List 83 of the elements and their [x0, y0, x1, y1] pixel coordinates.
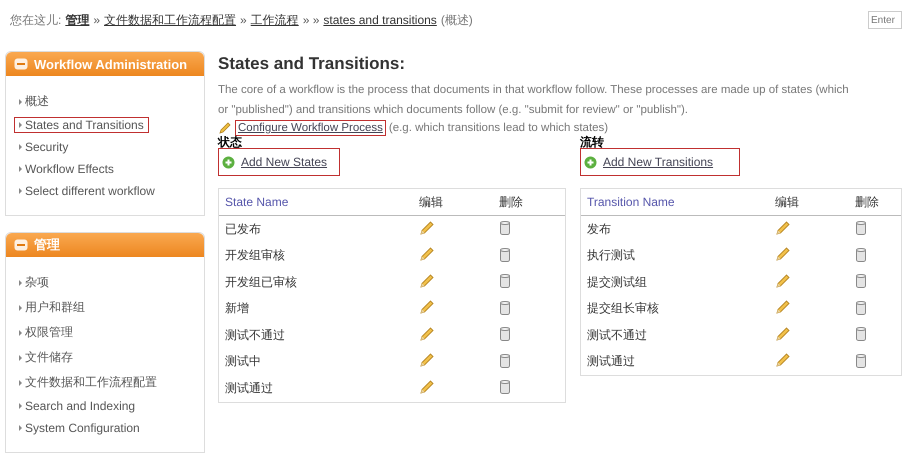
description-text: The core of a workflow is the process that documents in that workflow follow. These processes are made up of states (which	[218, 83, 850, 98]
breadcrumb-link[interactable]: 工作流程	[250, 12, 299, 28]
column-header: 删除	[855, 194, 880, 210]
sidebar-link[interactable]: Workflow Effects	[14, 161, 119, 177]
pencil-icon[interactable]	[419, 272, 435, 289]
table-cell-text: 开发组已审核	[225, 274, 298, 291]
trash-icon[interactable]	[855, 300, 867, 315]
table-cell-text: 提交测试组	[587, 274, 648, 291]
table-cell-text: 提交组长审核	[587, 300, 660, 318]
configure-link[interactable]: Configure Workflow Process	[235, 120, 386, 136]
section-heading: 状态	[218, 136, 243, 148]
table-cell-text: 测试中	[225, 353, 262, 370]
sidebar-link[interactable]: 权限管理	[14, 323, 78, 342]
table-cell-text: 测试通过	[587, 353, 636, 370]
sidebar-link[interactable]: 文件数据和工作流程配置	[14, 373, 162, 392]
panel-title: Workflow Administration	[34, 56, 188, 72]
trash-icon[interactable]	[855, 326, 867, 342]
sidebar-link[interactable]: 文件储存	[14, 348, 78, 367]
trash-icon[interactable]	[855, 246, 867, 262]
table-cell-text: 已发布	[225, 220, 262, 238]
trash-icon[interactable]	[855, 220, 867, 236]
breadcrumb-link[interactable]: 文件数据和工作流程配置	[104, 12, 236, 28]
plus-icon	[222, 156, 235, 168]
pencil-icon[interactable]	[419, 326, 435, 342]
collapse-icon[interactable]	[14, 58, 28, 70]
breadcrumb-separator: » »	[302, 13, 320, 27]
pencil-icon[interactable]	[419, 246, 435, 262]
sidebar-link[interactable]: Select different workflow	[14, 183, 160, 199]
sidebar-link[interactable]: States and Transitions	[14, 117, 149, 133]
section-heading: 流转	[580, 136, 605, 148]
breadcrumb-separator: »	[240, 13, 247, 27]
table-cell-text: 执行测试	[587, 247, 636, 264]
breadcrumb-link[interactable]: states and transitions	[323, 13, 437, 27]
pencil-icon[interactable]	[775, 220, 791, 236]
add-button[interactable]: Add New States	[218, 148, 340, 176]
sidebar-link[interactable]: 概述	[14, 92, 54, 111]
plus-icon	[584, 156, 597, 168]
panel-title: 管理	[34, 236, 60, 254]
description-text: or "published") and transitions which documents follow (e.g. "submit for review" or "publish").	[218, 103, 690, 118]
pencil-icon	[218, 121, 232, 135]
pencil-icon[interactable]	[775, 246, 791, 262]
breadcrumb-suffix: (概述)	[440, 12, 473, 28]
column-header: 编辑	[419, 194, 444, 210]
trash-icon[interactable]	[499, 379, 511, 394]
breadcrumb-separator: »	[93, 13, 100, 27]
pencil-icon[interactable]	[419, 220, 435, 236]
trash-icon[interactable]	[499, 326, 511, 342]
pencil-icon[interactable]	[419, 378, 435, 395]
table-cell-text: 发布	[587, 220, 612, 238]
trash-icon[interactable]	[855, 273, 867, 288]
table-cell-text: 开发组审核	[225, 247, 286, 264]
pencil-icon[interactable]	[775, 299, 791, 316]
pencil-icon[interactable]	[775, 326, 791, 342]
breadcrumb-link[interactable]: 管理	[65, 12, 90, 28]
sidebar-link[interactable]: Security	[14, 139, 74, 155]
breadcrumb-label: 您在这儿:	[10, 12, 62, 28]
page-title: States and Transitions:	[218, 54, 406, 74]
table-cell-text: 测试通过	[225, 380, 274, 397]
trash-icon[interactable]	[499, 300, 511, 315]
pencil-icon[interactable]	[775, 352, 791, 368]
pencil-icon[interactable]	[419, 299, 435, 316]
table-cell-text: 测试不通过	[587, 326, 648, 344]
trash-icon[interactable]	[499, 246, 511, 262]
table-cell-text: 测试不通过	[225, 326, 286, 344]
column-header: Transition Name	[587, 195, 676, 209]
sidebar-link[interactable]: 用户和群组	[14, 298, 90, 317]
column-header: 编辑	[775, 194, 800, 210]
sidebar-link[interactable]: Search and Indexing	[14, 398, 140, 414]
search-field[interactable]: Enter	[868, 11, 902, 29]
configure-note: (e.g. which transitions lead to which states)	[388, 122, 608, 134]
column-header: 删除	[499, 194, 524, 210]
trash-icon[interactable]	[499, 352, 511, 368]
trash-icon[interactable]	[855, 352, 867, 368]
sidebar-link[interactable]: System Configuration	[14, 420, 145, 436]
pencil-icon[interactable]	[419, 352, 435, 368]
column-header: State Name	[225, 195, 290, 209]
sidebar-link[interactable]: 杂项	[14, 273, 54, 292]
pencil-icon[interactable]	[775, 272, 791, 289]
trash-icon[interactable]	[499, 220, 511, 236]
add-button[interactable]: Add New Transitions	[580, 148, 740, 176]
collapse-icon[interactable]	[14, 239, 28, 251]
trash-icon[interactable]	[499, 273, 511, 288]
table-cell-text: 新增	[225, 300, 250, 318]
